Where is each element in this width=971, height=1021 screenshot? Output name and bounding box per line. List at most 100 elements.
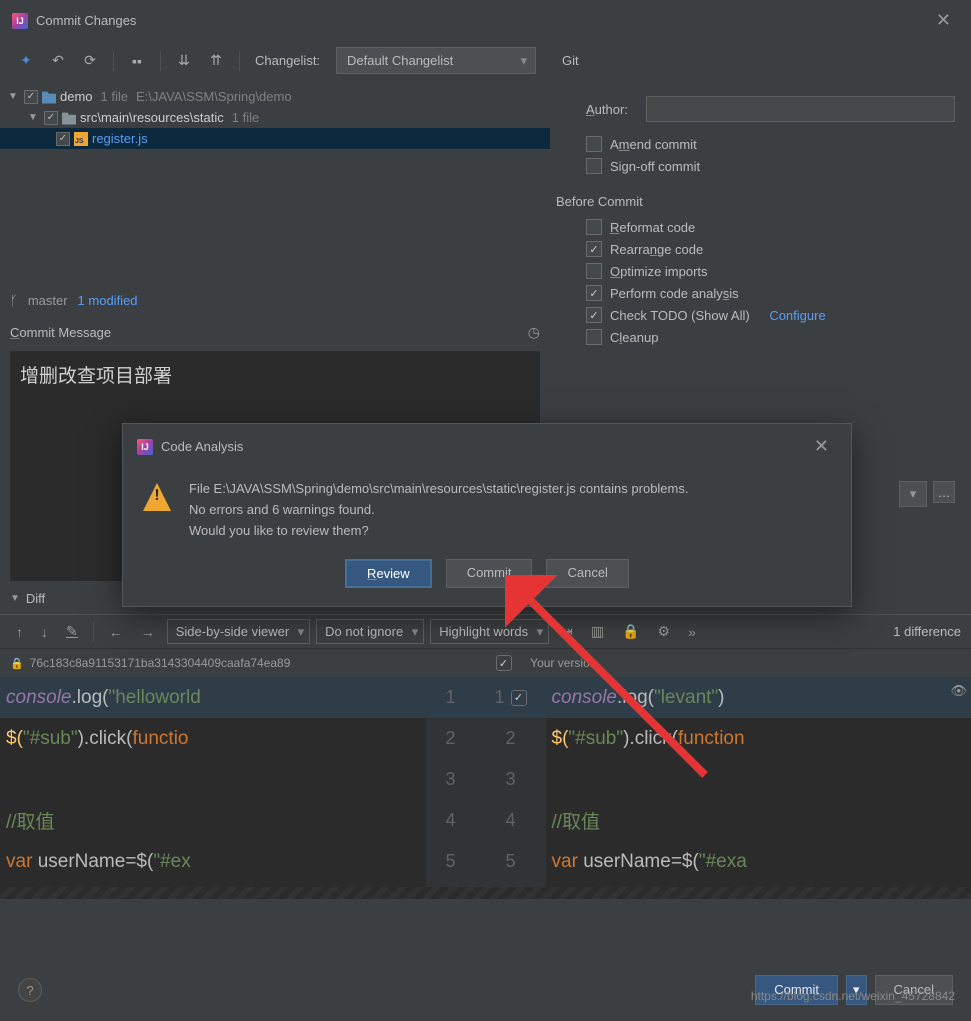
dialog-line: File E:\JAVA\SSM\Spring\demo\src\main\re… [189,479,688,500]
next-diff-icon[interactable]: ↓ [35,620,54,644]
code: console [6,687,72,709]
reformat-label: Reformat code [610,220,695,235]
code: var [6,851,38,873]
branch-name: master [28,293,68,308]
highlight-value: Highlight words [439,624,528,639]
left-gutter: 12345 [426,677,476,887]
configure-link[interactable]: Configure [769,308,825,323]
folder-icon [62,111,76,125]
left-code[interactable]: console.log("helloworld $("#sub").click(… [0,677,426,887]
dialog-cancel-button[interactable]: Cancel [546,559,628,588]
dialog-commit-button[interactable]: Commit [446,559,533,588]
eye-icon[interactable]: 👁 [950,683,967,699]
optimize-checkbox[interactable] [586,263,602,279]
reformat-checkbox[interactable] [586,219,602,235]
git-label: Git [562,53,579,68]
tree-root-row[interactable]: ▼ ✓ demo 1 file E:\JAVA\SSM\Spring\demo [0,86,550,107]
commit-message-text: 增删改查项目部署 [20,366,172,387]
refresh-icon[interactable]: ⟳ [78,49,102,73]
separator [239,51,240,71]
separator [160,51,161,71]
diff-label: Diff [26,591,45,606]
server-more-button[interactable]: … [933,481,955,503]
cleanup-checkbox[interactable] [586,329,602,345]
tree-root-name: demo [60,89,93,104]
code: .log( [72,687,109,709]
forward-icon[interactable]: → [135,620,161,644]
back-icon[interactable]: ← [103,620,129,644]
close-icon[interactable]: ✕ [928,8,959,33]
tree-file-name: register.js [92,131,148,146]
before-commit-label: Before Commit [556,194,955,209]
amend-label: Amend commit [610,137,697,152]
project-folder-icon [42,90,56,104]
tree-folder-meta: 1 file [232,110,259,125]
watermark: https://blog.csdn.net/weixin_45728842 [751,989,955,1003]
include-checkbox[interactable]: ✓ [496,655,512,671]
author-input[interactable] [646,96,955,122]
right-code[interactable]: 👁 console.log("levant") $("#sub").click(… [546,677,971,887]
history-icon[interactable]: ◷ [528,324,540,341]
group-icon[interactable]: ▪▪ [125,49,149,73]
prev-diff-icon[interactable]: ↑ [10,620,29,644]
code: $( [552,728,569,750]
lock-icon[interactable]: 🔒 [616,619,645,644]
review-button[interactable]: Review [345,559,432,588]
analysis-label: Perform code analysis [610,286,739,301]
chevron-down-icon[interactable]: ▼ [10,593,20,604]
titlebar: IJ Commit Changes ✕ [0,0,971,41]
code: "helloworld [108,687,200,709]
close-icon[interactable]: ✕ [806,434,837,459]
app-logo-icon: IJ [137,439,153,455]
tree-folder-row[interactable]: ▼ ✓ src\main\resources\static 1 file [0,107,550,128]
edit-icon[interactable]: ✎ [60,619,84,644]
code: function [678,728,745,750]
line-checkbox[interactable]: ✓ [511,690,527,706]
ignore-value: Do not ignore [325,624,403,639]
checkbox[interactable]: ✓ [56,132,70,146]
rearrange-label: Rearrange code [610,242,703,257]
rearrange-checkbox[interactable] [586,241,602,257]
diff-count: 1 difference [893,624,961,639]
warning-icon [143,483,171,511]
collapse-icon[interactable]: ⇈ [204,49,228,73]
modified-link[interactable]: 1 modified [78,293,138,308]
author-label: Author: [586,102,646,117]
torn-edge [0,887,971,899]
checkbox[interactable]: ✓ [24,90,38,104]
code: .log( [617,687,654,709]
filter-icon[interactable]: ✦ [14,49,38,73]
viewer-dropdown[interactable]: Side-by-side viewer [167,619,310,644]
help-button[interactable]: ? [18,978,42,1002]
ignore-dropdown[interactable]: Do not ignore [316,619,424,644]
analysis-checkbox[interactable] [586,285,602,301]
js-file-icon: JS [74,132,88,146]
viewer-value: Side-by-side viewer [176,624,289,639]
dialog-line: Would you like to review them? [189,521,688,542]
code: ).click( [78,728,133,750]
chevron-down-icon[interactable]: ▼ [28,112,40,123]
todo-checkbox[interactable] [586,307,602,323]
tree-file-row[interactable]: ✓ JS register.js [0,128,550,149]
dialog-title: Code Analysis [161,439,243,454]
collapse-diff-icon[interactable]: ⇥ [555,619,579,644]
chevron-down-icon[interactable]: ▼ [8,91,20,102]
sync-scroll-icon[interactable]: ▥ [585,619,610,644]
code-analysis-dialog: IJ Code Analysis ✕ File E:\JAVA\SSM\Spri… [122,423,852,607]
undo-icon[interactable]: ↶ [46,49,70,73]
settings-icon[interactable]: ⚙ [652,619,677,644]
window-title: Commit Changes [36,13,136,28]
highlight-dropdown[interactable]: Highlight words [430,619,549,644]
amend-checkbox[interactable] [586,136,602,152]
server-dropdown[interactable] [899,481,927,507]
code: userName=$( [38,851,154,873]
code: "levant" [654,687,718,709]
signoff-checkbox[interactable] [586,158,602,174]
more-icon[interactable]: » [682,620,702,644]
file-tree: ▼ ✓ demo 1 file E:\JAVA\SSM\Spring\demo … [0,80,550,155]
dialog-line: No errors and 6 warnings found. [189,500,688,521]
checkbox[interactable]: ✓ [44,111,58,125]
changelist-dropdown[interactable]: Default Changelist [336,47,536,74]
expand-icon[interactable]: ⇊ [172,49,196,73]
branch-status: ᚶ master 1 modified [0,285,550,316]
